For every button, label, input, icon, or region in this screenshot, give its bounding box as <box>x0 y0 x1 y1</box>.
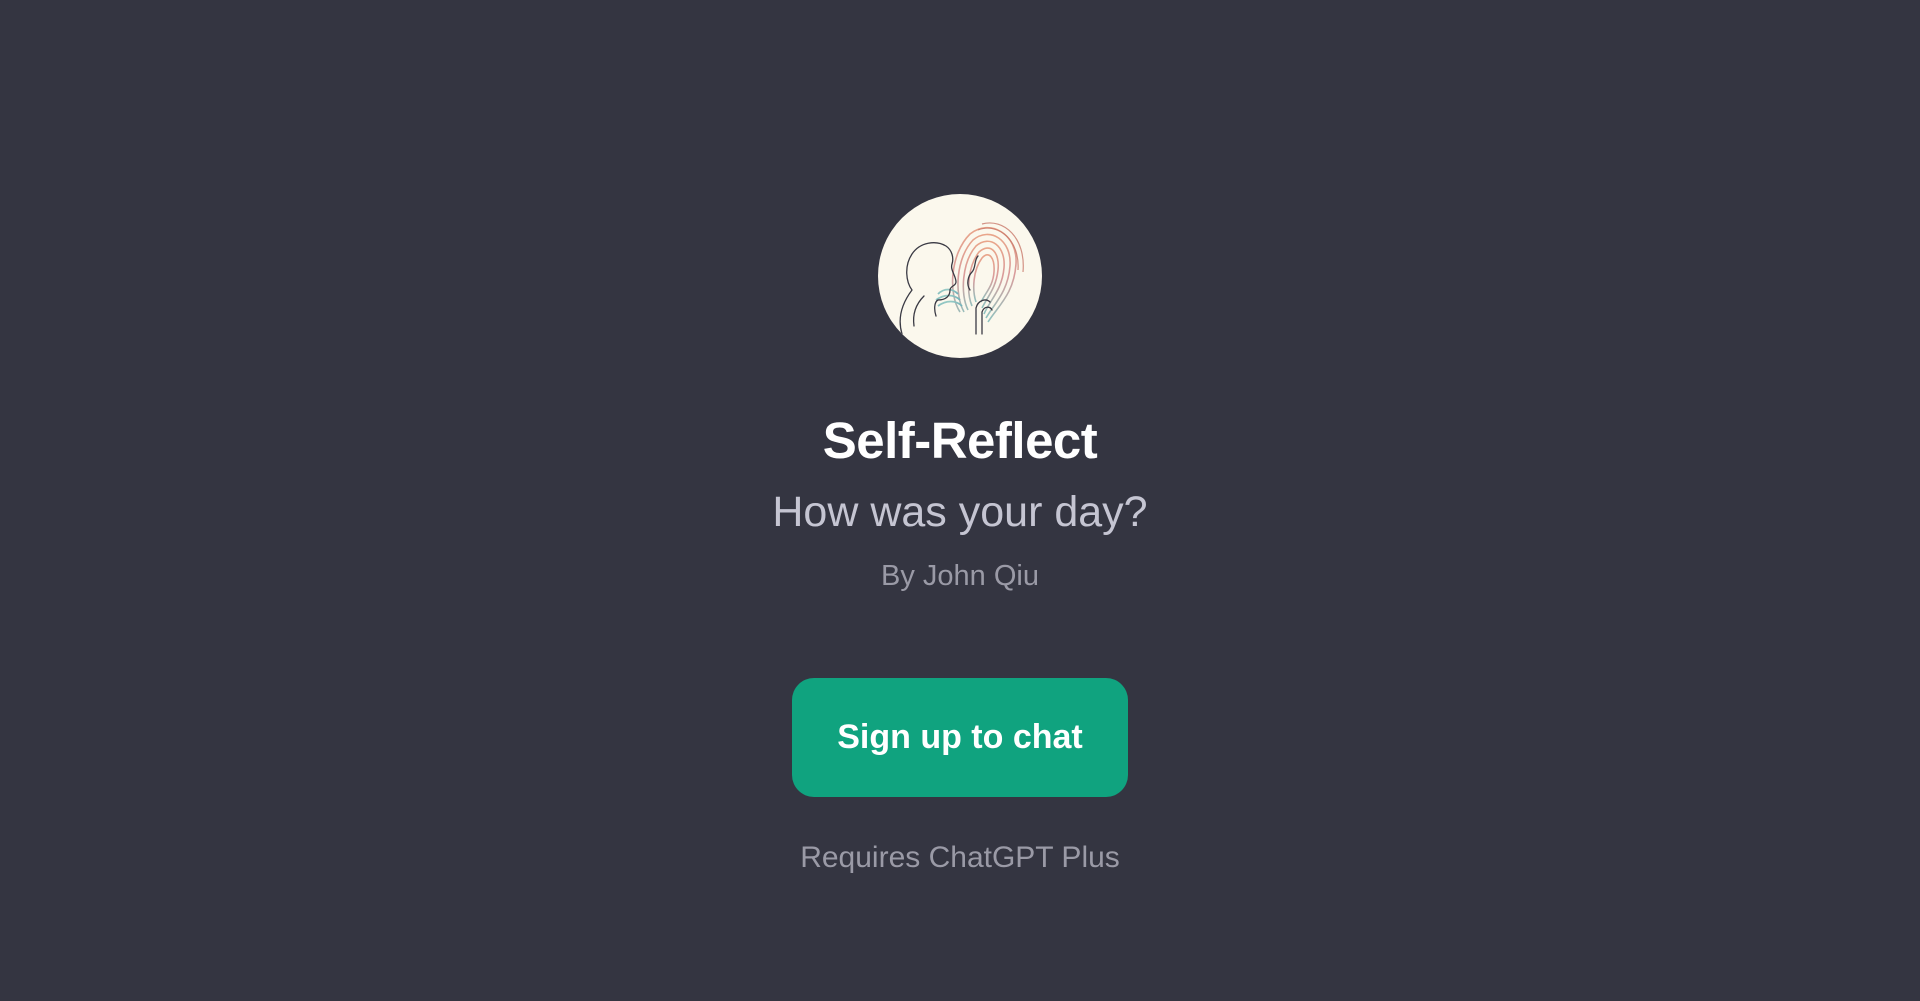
gpt-landing-page: Self-Reflect How was your day? By John Q… <box>0 0 1920 1001</box>
gpt-title: Self-Reflect <box>822 412 1098 469</box>
gpt-author: By John Qiu <box>881 560 1039 592</box>
plan-requirement-note: Requires ChatGPT Plus <box>800 841 1120 874</box>
gpt-avatar <box>878 194 1042 358</box>
gpt-description: How was your day? <box>772 488 1148 536</box>
sign-up-to-chat-button[interactable]: Sign up to chat <box>792 678 1128 797</box>
self-reflect-profile-icon <box>899 222 1024 335</box>
